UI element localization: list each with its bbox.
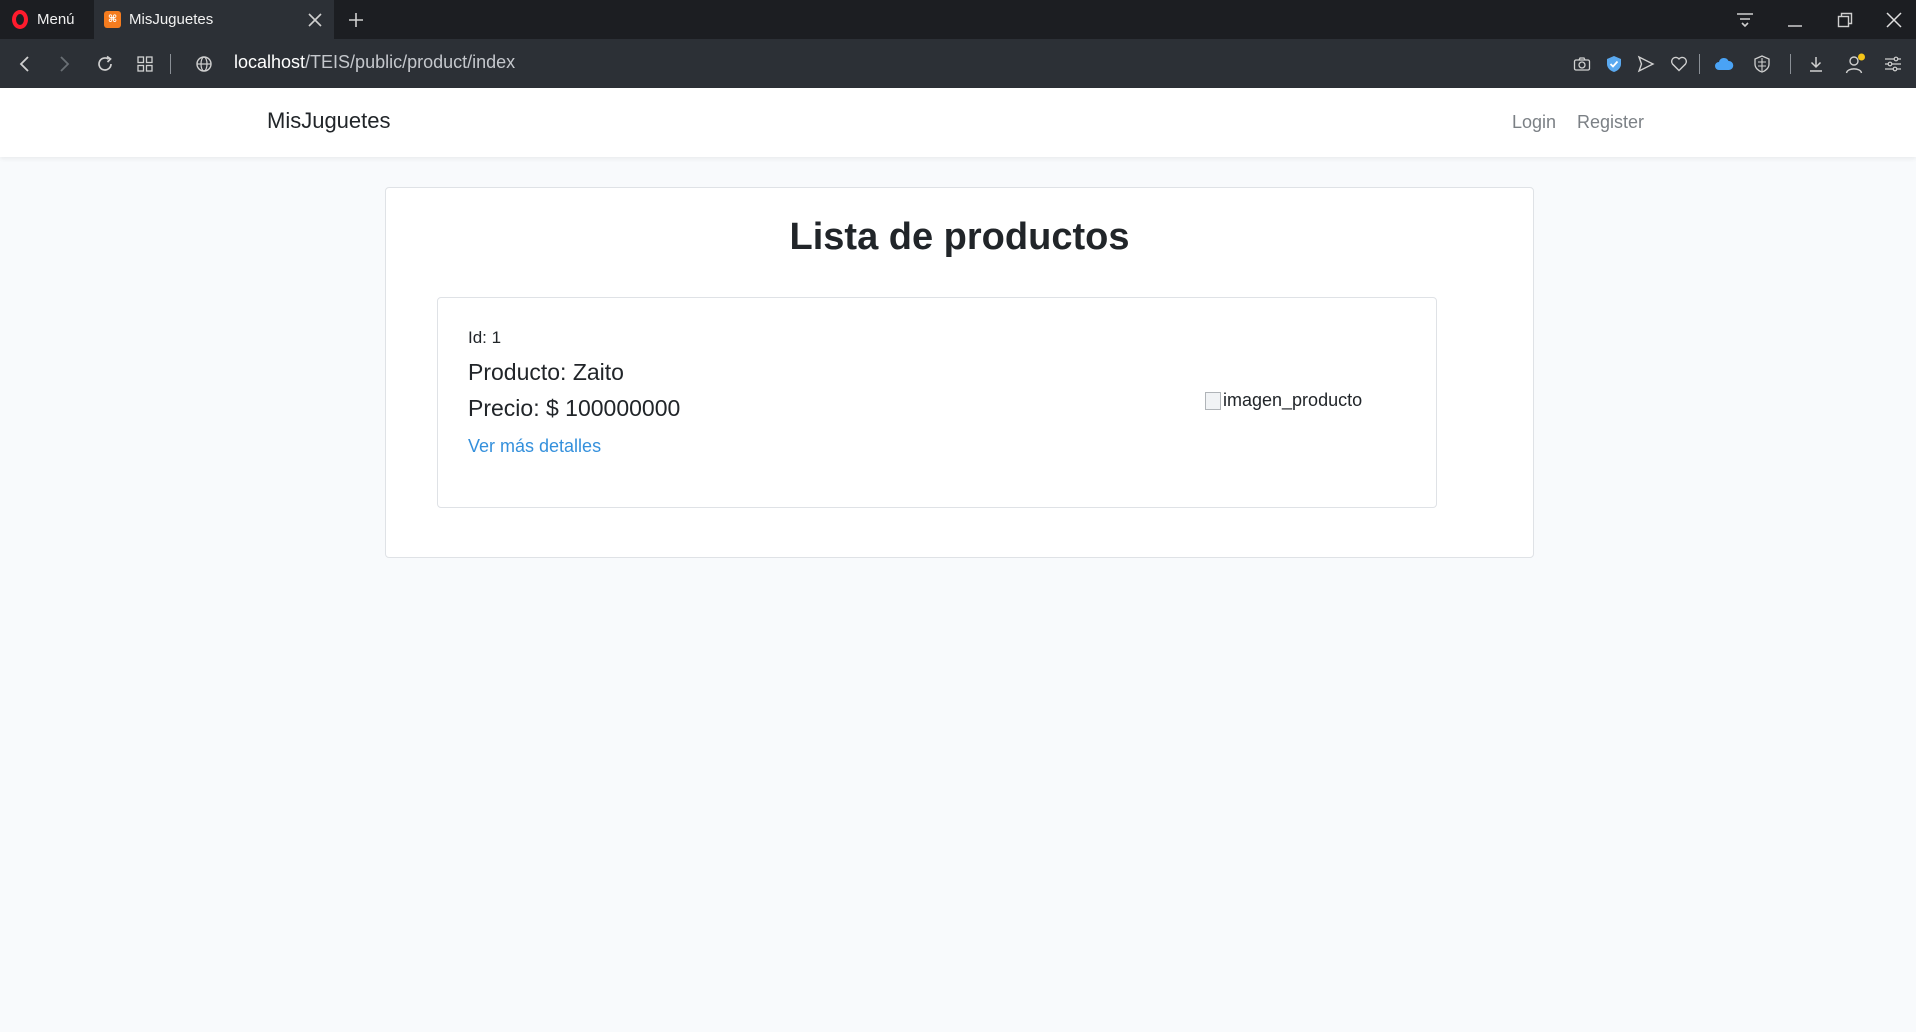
heart-icon[interactable] <box>1666 51 1692 77</box>
reload-icon[interactable] <box>92 51 118 77</box>
browser-address-bar: localhost/TEIS/public/product/index <box>0 39 1916 88</box>
product-details-link[interactable]: Ver más detalles <box>468 436 601 457</box>
product-image-alt: imagen_producto <box>1223 390 1363 410</box>
profile-icon[interactable] <box>1842 51 1868 77</box>
products-card: Lista de productos Id: 1 Producto: Zaito… <box>385 187 1534 558</box>
product-id: Id: 1 <box>468 328 502 347</box>
page-title: Lista de productos <box>789 216 1130 258</box>
download-icon[interactable] <box>1803 51 1829 77</box>
minimize-icon[interactable] <box>1773 0 1817 39</box>
tab-search-icon[interactable] <box>1723 0 1767 39</box>
register-link[interactable]: Register <box>1577 112 1644 133</box>
browser-tab-bar: Menú ⌘ MisJuguetes <box>0 0 1916 39</box>
url-field[interactable]: localhost/TEIS/public/product/index <box>234 52 515 73</box>
broken-image-icon <box>1205 391 1221 410</box>
product-item: Id: 1 Producto: Zaito Precio: $ 10000000… <box>437 297 1437 508</box>
tab-title: MisJuguetes <box>129 11 214 28</box>
url-path: /TEIS/public/product/index <box>305 52 516 72</box>
opera-menu-button[interactable]: Menú <box>0 0 92 39</box>
plus-icon[interactable] <box>342 6 370 34</box>
browser-tab-active[interactable]: ⌘ MisJuguetes <box>94 0 334 39</box>
opera-logo-icon <box>12 10 28 29</box>
divider <box>1699 54 1700 74</box>
forward-icon[interactable] <box>51 51 77 77</box>
xampp-favicon-icon: ⌘ <box>104 11 121 28</box>
product-name: Producto: Zaito <box>468 359 624 385</box>
cloud-icon[interactable] <box>1711 51 1737 77</box>
back-icon[interactable] <box>12 51 38 77</box>
navbar-brand[interactable]: MisJuguetes <box>267 108 391 134</box>
app-navbar: MisJuguetes Login Register <box>0 88 1916 157</box>
divider <box>1790 54 1791 74</box>
easy-setup-icon[interactable] <box>1880 51 1906 77</box>
shield-icon[interactable] <box>1601 51 1627 77</box>
restore-icon[interactable] <box>1823 0 1867 39</box>
vpn-icon[interactable] <box>1749 51 1775 77</box>
camera-icon[interactable] <box>1569 51 1595 77</box>
close-icon[interactable] <box>302 7 328 33</box>
globe-icon[interactable] <box>191 51 217 77</box>
divider <box>170 54 171 74</box>
url-host: localhost <box>234 52 306 72</box>
login-link[interactable]: Login <box>1512 112 1556 133</box>
menu-label: Menú <box>37 11 75 28</box>
product-price: Precio: $ 100000000 <box>468 395 681 421</box>
product-image: imagen_producto <box>1205 390 1362 411</box>
send-icon[interactable] <box>1633 51 1659 77</box>
tabs-grid-icon[interactable] <box>132 51 158 77</box>
window-close-icon[interactable] <box>1872 0 1916 39</box>
